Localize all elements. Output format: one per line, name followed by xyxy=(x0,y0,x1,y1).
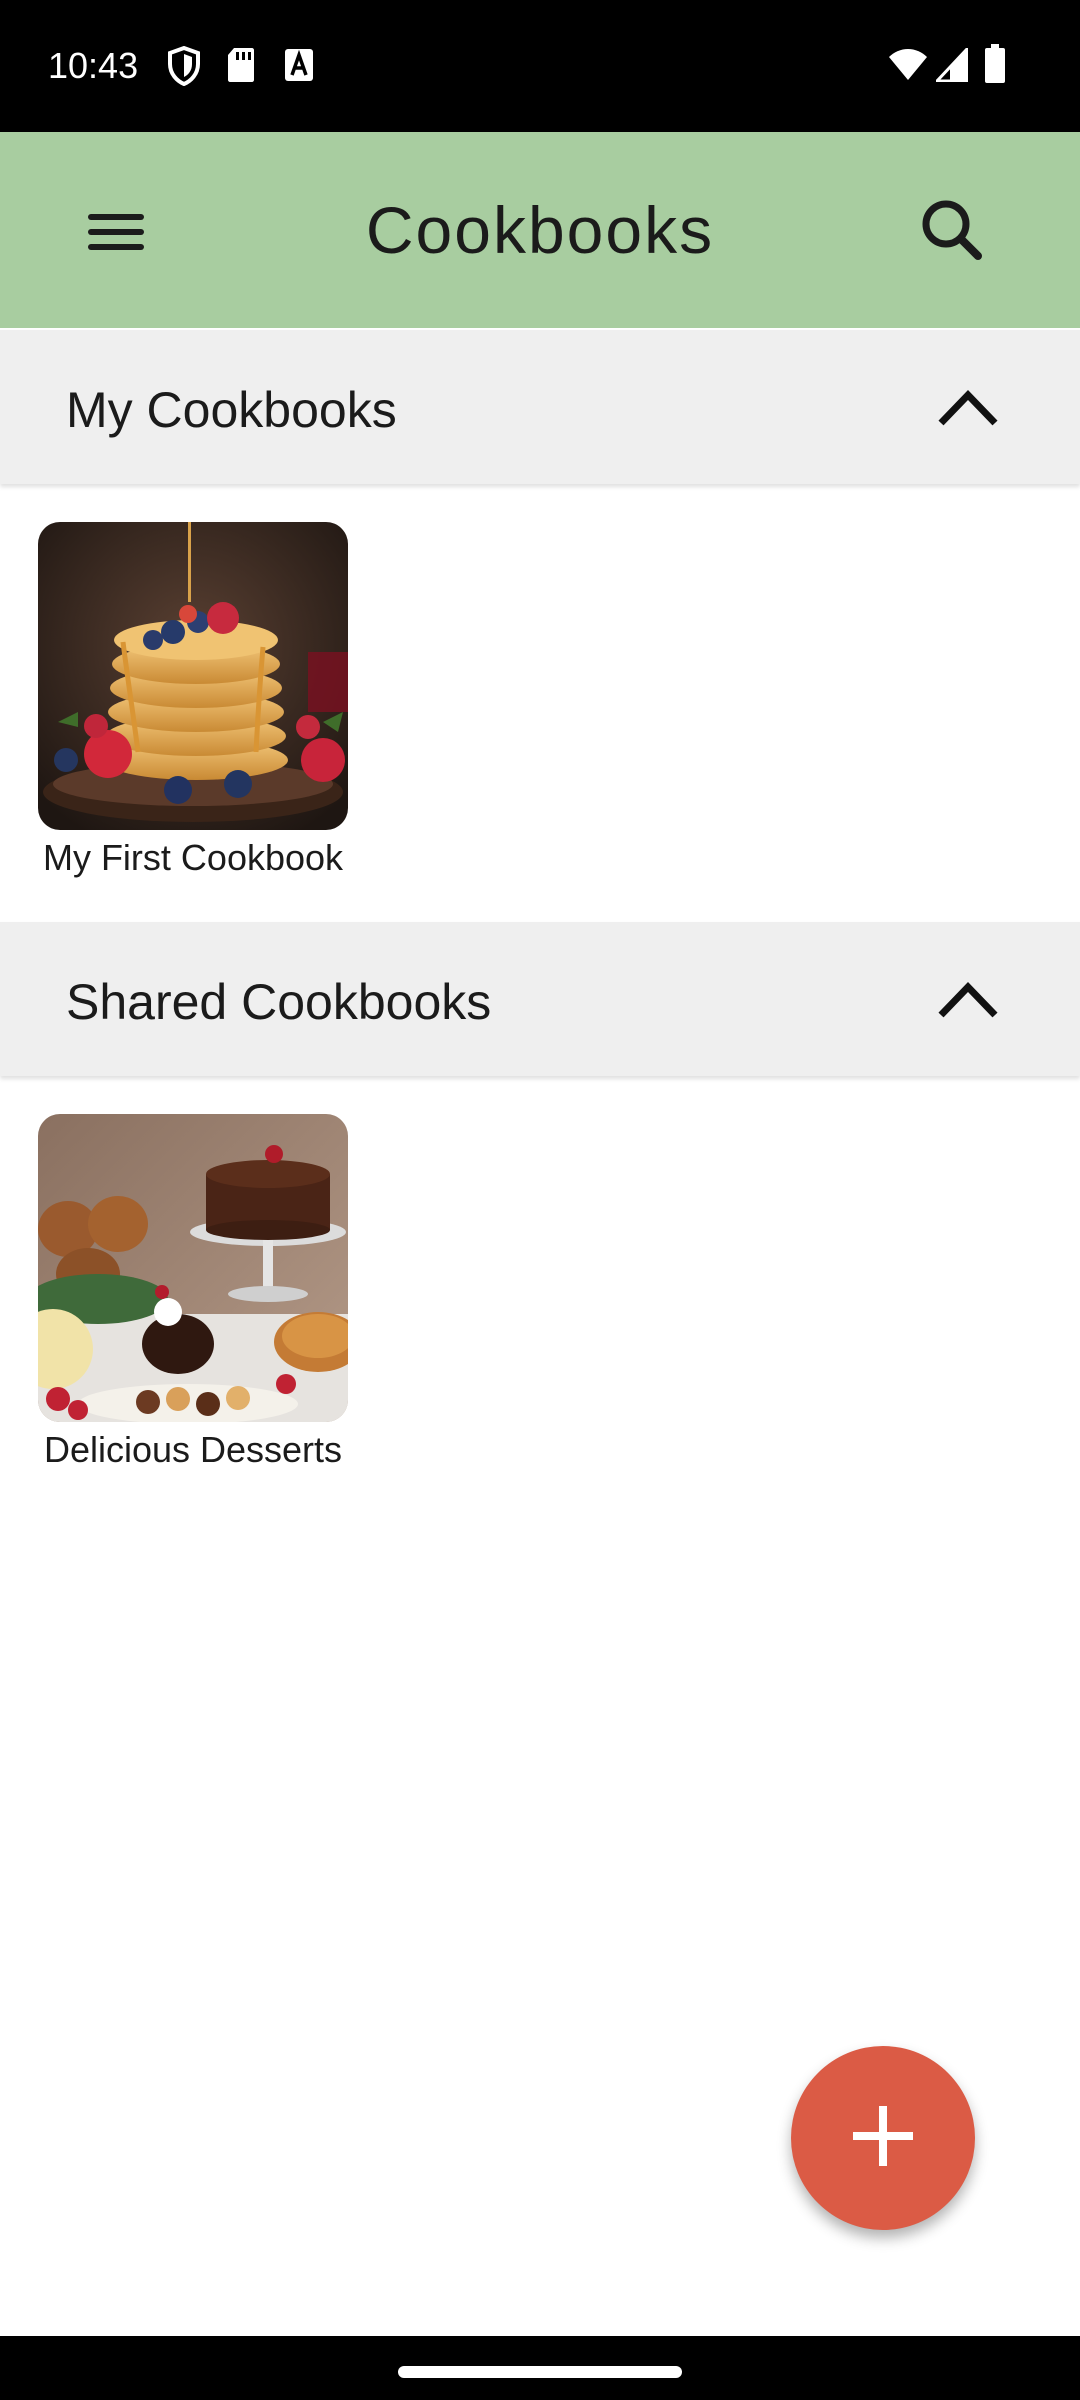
wifi-icon xyxy=(888,48,928,87)
section-title: My Cookbooks xyxy=(66,382,397,438)
app-bar: Cookbooks xyxy=(0,132,1080,328)
shield-icon xyxy=(168,45,200,91)
cookbook-name: My First Cookbook xyxy=(42,837,344,878)
home-gesture-handle[interactable] xyxy=(398,2366,682,2378)
chevron-up-icon[interactable] xyxy=(928,374,1008,440)
section-header-my-cookbooks[interactable]: My Cookbooks xyxy=(0,330,1080,484)
search-icon xyxy=(920,198,984,267)
cookbook-name: Delicious Desserts xyxy=(43,1429,343,1470)
status-time: 10:43 xyxy=(48,45,139,86)
search-button[interactable] xyxy=(910,190,994,274)
cookbook-cover-image xyxy=(38,1114,348,1422)
cookbook-card-my-first-cookbook[interactable]: My First Cookbook xyxy=(38,522,348,880)
cookbook-cover-image xyxy=(38,522,348,830)
status-bar: 10:43 xyxy=(0,0,1080,132)
navigation-bar xyxy=(0,2336,1080,2400)
signal-icon xyxy=(933,45,969,87)
section-header-shared-cookbooks[interactable]: Shared Cookbooks xyxy=(0,922,1080,1076)
chevron-up-icon[interactable] xyxy=(928,966,1008,1032)
cookbooks-screen: 10:43 Cookbooks My Cookbooks My First Co… xyxy=(0,0,1080,2400)
font-a-icon xyxy=(284,46,314,89)
section-title: Shared Cookbooks xyxy=(66,974,492,1030)
add-cookbook-button[interactable] xyxy=(791,2046,975,2230)
battery-icon xyxy=(984,44,1006,89)
cookbook-card-delicious-desserts[interactable]: Delicious Desserts xyxy=(38,1114,348,1472)
plus-icon xyxy=(851,2104,915,2173)
sd-card-icon xyxy=(226,46,256,89)
